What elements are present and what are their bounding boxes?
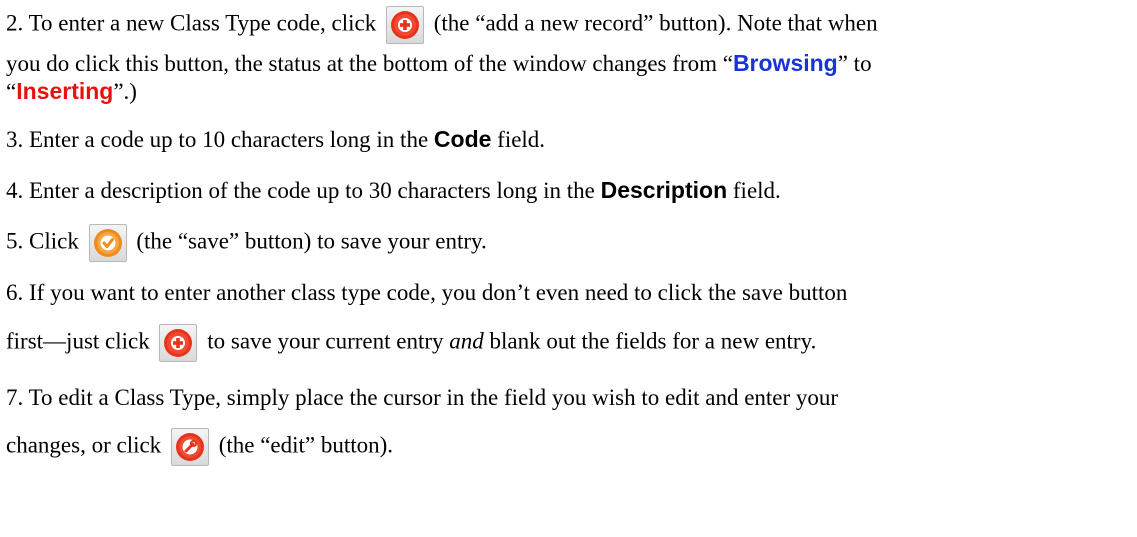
step-text: Enter a description of the code up to 30… [29,178,595,203]
save-icon [93,229,122,257]
step-text: field. [732,178,781,203]
step-text: To enter a new Class Type code, click [28,10,377,36]
edit-button[interactable] [170,428,209,466]
step-3: 3. Enter a code up to 10 characters long… [6,126,545,153]
step-number: 7. [6,385,24,410]
status-inserting: Inserting [16,78,114,104]
step-text: (the “save” button) to save your entry. [136,228,487,254]
step-text: (the “edit” button). [218,432,394,458]
step-text: (the “add a new record” button). Note th… [433,10,878,36]
add-record-button[interactable] [159,324,198,362]
add-record-icon [390,11,419,39]
step-text: changes, or click [6,432,162,458]
step-5: 5. Click (the “save” button) to save you… [6,224,487,262]
step-2-line-2: you do click this button, the status at … [6,50,872,77]
step-2-line-3: “Inserting”.) [6,78,137,105]
step-number: 5. [6,228,24,254]
step-4: 4. Enter a description of the code up to… [6,177,781,204]
add-record-button[interactable] [385,6,424,44]
step-text: first—just click [6,328,150,354]
step-number: 2. [6,10,24,36]
step-text: Click [29,228,79,254]
add-record-icon [164,329,193,357]
step-6-line-1: 6. If you want to enter another class ty… [6,280,847,306]
save-button[interactable] [88,224,127,262]
status-browsing: Browsing [732,50,838,76]
step-number: 6. [6,280,24,305]
step-number: 4. [6,178,24,203]
emphasis-and: and [449,328,484,354]
step-6-line-2: first—just click to save your current en… [6,324,816,362]
step-text: ” to [837,51,872,76]
step-text: you do click this button, the status at … [6,51,733,76]
step-7-line-2: changes, or click (the “edit” button). [6,428,393,466]
edit-icon [175,433,204,461]
step-text: to save your current entry [207,328,444,354]
step-text: Enter a code up to 10 characters long in… [29,127,429,152]
step-text: ”.) [113,79,137,104]
step-text: field. [497,127,546,152]
step-2-line-1: 2. To enter a new Class Type code, click… [6,6,878,44]
step-text: To edit a Class Type, simply place the c… [28,385,839,410]
step-7-line-1: 7. To edit a Class Type, simply place th… [6,385,838,411]
field-name-description: Description [600,177,728,203]
step-text: “ [6,79,17,104]
field-name-code: Code [433,126,492,152]
step-text: If you want to enter another class type … [29,280,848,305]
step-text: blank out the fields for a new entry. [489,328,817,354]
step-number: 3. [6,127,24,152]
